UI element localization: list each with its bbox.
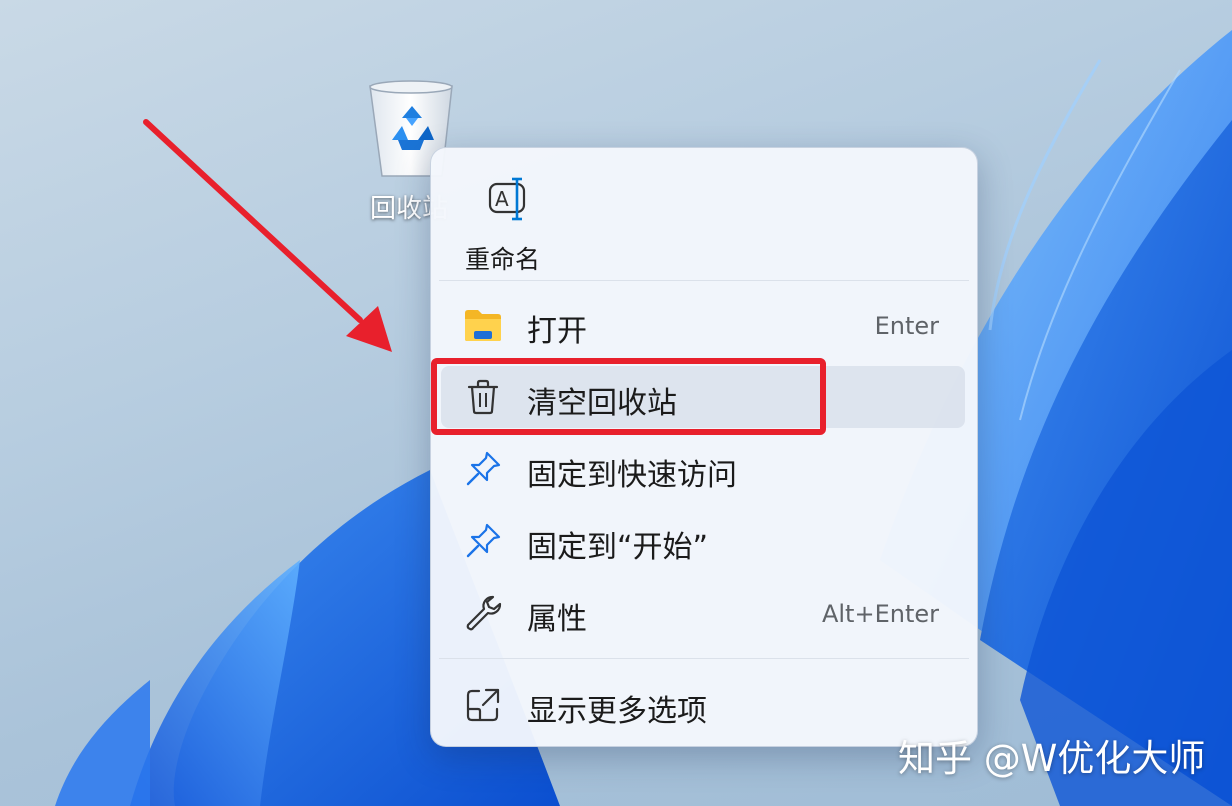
rename-icon: A (488, 177, 526, 221)
desktop: 回收站 A 重命名 打开 Enter 清空回收站 固定到快速访问 固定到“开始”… (0, 0, 1232, 806)
svg-text:A: A (495, 187, 509, 211)
pin-icon (466, 451, 501, 486)
menu-item-label: 属性 (527, 602, 587, 637)
rename-button[interactable]: A 重命名 (447, 162, 567, 274)
rename-label: 重命名 (465, 245, 541, 274)
wrench-icon (466, 595, 502, 631)
watermark-text: 知乎 @W优化大师 (898, 737, 1206, 780)
menu-item-label: 固定到“开始” (527, 530, 709, 565)
menu-separator (439, 280, 969, 281)
menu-item-label: 打开 (527, 314, 587, 349)
menu-item-properties[interactable]: 属性 Alt+Enter (441, 582, 965, 644)
annotation-highlight-box (431, 358, 826, 435)
pin-icon (466, 523, 501, 558)
menu-item-pin-start[interactable]: 固定到“开始” (441, 510, 965, 572)
menu-item-shortcut: Enter (874, 312, 939, 340)
menu-item-label: 固定到快速访问 (527, 458, 737, 493)
context-menu: A 重命名 打开 Enter 清空回收站 固定到快速访问 固定到“开始” 属性 … (430, 147, 978, 747)
menu-item-open[interactable]: 打开 Enter (441, 294, 965, 356)
menu-item-label: 显示更多选项 (527, 694, 707, 729)
menu-item-show-more-options[interactable]: 显示更多选项 (441, 674, 965, 736)
menu-separator (439, 658, 969, 659)
menu-item-shortcut: Alt+Enter (821, 600, 939, 628)
menu-item-pin-quick-access[interactable]: 固定到快速访问 (441, 438, 965, 500)
folder-icon (465, 310, 501, 341)
share-icon (466, 688, 500, 722)
